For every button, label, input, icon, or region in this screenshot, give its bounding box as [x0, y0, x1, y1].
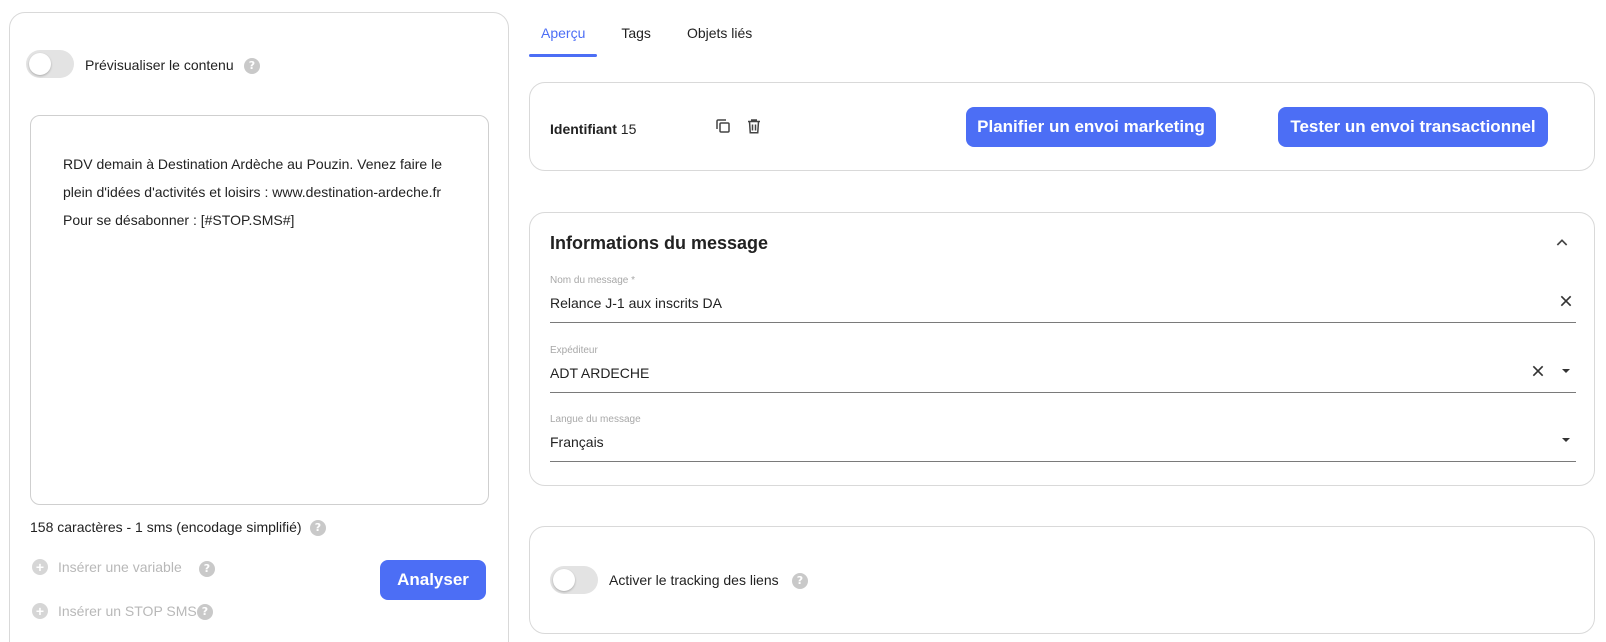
- help-icon[interactable]: ?: [199, 561, 215, 577]
- insert-variable-button[interactable]: + Insérer une variable: [32, 559, 182, 575]
- tab-objets-lies[interactable]: Objets liés: [675, 0, 764, 57]
- preview-toggle[interactable]: [26, 50, 74, 78]
- chevron-up-icon[interactable]: [1554, 235, 1570, 251]
- section-title: Informations du message: [550, 233, 769, 253]
- field-label: Nom du message *: [550, 275, 636, 286]
- sender-select[interactable]: Expéditeur ADT ARDECHE: [550, 343, 1576, 393]
- message-name-field[interactable]: Nom du message * Relance J-1 aux inscrit…: [550, 273, 1576, 323]
- field-label: Langue du message: [550, 414, 641, 425]
- clear-icon[interactable]: [1558, 293, 1574, 309]
- insert-stop-label: Insérer un STOP SMS: [58, 603, 197, 619]
- identifier-card: Identifiant 15 Planifier un envoi market…: [529, 82, 1595, 171]
- char-count: 158 caractères - 1 sms (encodage simplif…: [30, 519, 302, 535]
- tab-bar: Aperçu Tags Objets liés: [529, 0, 776, 57]
- plan-marketing-button[interactable]: Planifier un envoi marketing: [966, 107, 1216, 147]
- plus-circle-icon: +: [32, 559, 48, 575]
- analyze-button[interactable]: Analyser: [380, 560, 486, 600]
- preview-label: Prévisualiser le contenu: [85, 57, 234, 73]
- tracking-label: Activer le tracking des liens: [609, 572, 779, 588]
- identifier-label: Identifiant: [550, 121, 617, 137]
- clear-icon[interactable]: [1530, 363, 1546, 379]
- language-select[interactable]: Langue du message Français: [550, 412, 1576, 462]
- help-icon[interactable]: ?: [310, 520, 326, 536]
- sms-content-textarea[interactable]: RDV demain à Destination Ardèche au Pouz…: [30, 115, 489, 505]
- tab-apercu[interactable]: Aperçu: [529, 0, 598, 57]
- help-icon[interactable]: ?: [197, 604, 213, 620]
- message-info-card: Informations du message Nom du message *…: [529, 212, 1595, 486]
- sms-content-text: RDV demain à Destination Ardèche au Pouz…: [63, 156, 443, 228]
- plus-circle-icon: +: [32, 603, 48, 619]
- chevron-down-icon[interactable]: [1558, 432, 1574, 448]
- field-label: Expéditeur: [550, 345, 598, 356]
- copy-icon[interactable]: [714, 117, 732, 135]
- help-icon[interactable]: ?: [244, 58, 260, 74]
- chevron-down-icon[interactable]: [1558, 363, 1574, 379]
- identifier-value: 15: [620, 121, 637, 137]
- message-name-input[interactable]: Relance J-1 aux inscrits DA: [550, 295, 722, 311]
- help-icon[interactable]: ?: [792, 573, 808, 589]
- identifier: Identifiant 15: [550, 121, 636, 137]
- tracking-card: Activer le tracking des liens ?: [529, 526, 1595, 634]
- sender-value: ADT ARDECHE: [550, 365, 650, 381]
- insert-variable-label: Insérer une variable: [58, 559, 182, 575]
- tab-tags[interactable]: Tags: [609, 0, 663, 57]
- tracking-toggle[interactable]: [550, 566, 598, 594]
- delete-icon[interactable]: [745, 117, 763, 135]
- sms-editor-panel: Prévisualiser le contenu ? RDV demain à …: [9, 12, 509, 642]
- test-transactional-button[interactable]: Tester un envoi transactionnel: [1278, 107, 1548, 147]
- language-value: Français: [550, 434, 604, 450]
- insert-stop-button[interactable]: + Insérer un STOP SMS: [32, 603, 197, 619]
